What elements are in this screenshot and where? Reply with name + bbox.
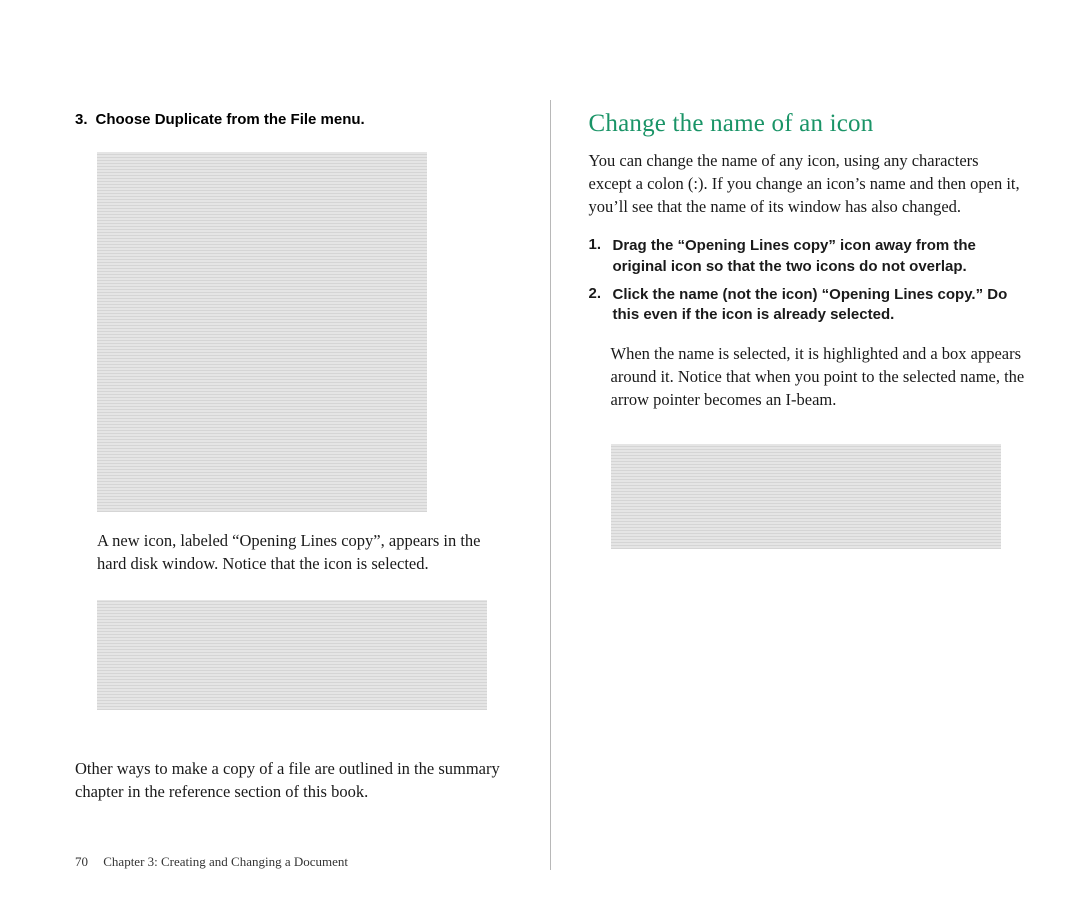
ordered-steps: 1. Drag the “Opening Lines copy” icon aw… bbox=[589, 236, 1026, 333]
step-3-number: 3. bbox=[75, 110, 88, 130]
page: 3. Choose Duplicate from the File menu. … bbox=[0, 0, 1080, 900]
placeholder-image-icon bbox=[611, 444, 1001, 549]
screenshot-placeholder-small-right bbox=[611, 444, 1001, 549]
step-2-number: 2. bbox=[589, 285, 605, 326]
step-1-number: 1. bbox=[589, 236, 605, 277]
column-divider bbox=[550, 100, 551, 870]
right-column: Change the name of an icon You can chang… bbox=[589, 110, 1026, 860]
section-heading: Change the name of an icon bbox=[589, 110, 1026, 138]
left-column: 3. Choose Duplicate from the File menu. … bbox=[75, 110, 512, 860]
left-body-after-image: A new icon, labeled “Opening Lines copy”… bbox=[75, 530, 512, 576]
step-1-text: Drag the “Opening Lines copy” icon away … bbox=[613, 236, 1026, 277]
screenshot-placeholder-small-left bbox=[97, 600, 487, 710]
screenshot-placeholder-large bbox=[97, 152, 427, 512]
intro-paragraph: You can change the name of any icon, usi… bbox=[589, 150, 1026, 218]
left-closing-paragraph: Other ways to make a copy of a file are … bbox=[75, 758, 512, 804]
placeholder-image-icon bbox=[97, 600, 487, 710]
step-3-text: Choose Duplicate from the File menu. bbox=[96, 110, 365, 130]
after-steps-paragraph: When the name is selected, it is highlig… bbox=[589, 343, 1026, 411]
page-number: 70 bbox=[75, 854, 88, 869]
page-footer: 70 Chapter 3: Creating and Changing a Do… bbox=[75, 854, 348, 870]
chapter-label: Chapter 3: Creating and Changing a Docum… bbox=[103, 854, 348, 869]
step-3: 3. Choose Duplicate from the File menu. bbox=[75, 110, 512, 130]
placeholder-image-icon bbox=[97, 152, 427, 512]
step-1: 1. Drag the “Opening Lines copy” icon aw… bbox=[589, 236, 1026, 277]
step-2-text: Click the name (not the icon) “Opening L… bbox=[613, 285, 1026, 326]
step-2: 2. Click the name (not the icon) “Openin… bbox=[589, 285, 1026, 326]
